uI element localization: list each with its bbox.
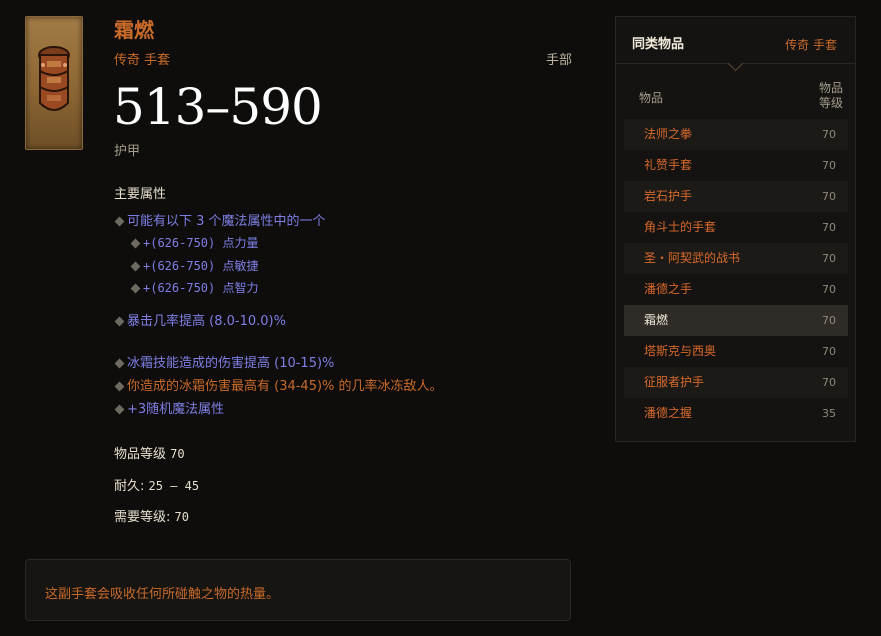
list-item[interactable]: 礼赞手套 70 xyxy=(624,150,848,181)
property-frost-damage: 冰霜技能造成的伤害提高 (10-15)% xyxy=(114,352,335,371)
column-header-level[interactable]: 物品 等级 xyxy=(819,81,843,111)
property-text: 暴击几率提高 (8.0-10.0)% xyxy=(127,314,286,329)
list-item-selected[interactable]: 霜燃 70 xyxy=(624,305,848,336)
list-item-level: 70 xyxy=(822,314,836,327)
list-item[interactable]: 岩石护手 70 xyxy=(624,181,848,212)
list-item-level: 70 xyxy=(822,252,836,265)
list-item-name[interactable]: 塔斯克与西奥 xyxy=(644,336,716,367)
item-name: 霜燃 xyxy=(114,18,154,42)
similar-items-list: 法师之拳 70 礼赞手套 70 岩石护手 70 角斗士的手套 70 圣・阿契武的战书 70… xyxy=(624,119,848,429)
property-text: +(626-750) 点力量 xyxy=(143,236,259,250)
item-level-stat: 物品等级 70 xyxy=(114,443,185,462)
stat-value: 70 xyxy=(174,510,189,524)
item-slot: 手部 xyxy=(546,53,573,68)
panel-header: 同类物品 传奇 手套 xyxy=(616,17,855,72)
column-header-level-line2: 等级 xyxy=(818,96,843,110)
list-item[interactable]: 潘德之握 35 xyxy=(624,398,848,429)
list-item-name[interactable]: 岩石护手 xyxy=(644,181,692,212)
list-item-level: 35 xyxy=(822,407,836,420)
bullet-icon xyxy=(114,358,125,369)
gauntlet-icon xyxy=(38,46,70,111)
list-item-level: 70 xyxy=(822,190,836,203)
list-item-name[interactable]: 角斗士的手套 xyxy=(644,212,716,243)
property-option: +(626-750) 点敏捷 xyxy=(130,257,259,274)
list-item[interactable]: 圣・阿契武的战书 70 xyxy=(624,243,848,274)
property-option: +(626-750) 点智力 xyxy=(130,279,259,296)
bullet-icon xyxy=(130,238,141,249)
property-freeze: 你造成的冰霜伤害最高有 (34-45)% 的几率冰冻敌人。 xyxy=(114,375,443,394)
bullet-icon xyxy=(130,283,141,294)
list-item-level: 70 xyxy=(822,128,836,141)
bullet-icon xyxy=(114,404,125,415)
item-type: 传奇 手套 xyxy=(114,53,171,68)
list-item-level: 70 xyxy=(822,376,836,389)
property-text: +(626-750) 点敏捷 xyxy=(143,259,259,273)
armor-value: 513–590 xyxy=(113,78,323,136)
stat-value: 70 xyxy=(170,447,185,461)
bullet-icon xyxy=(130,261,141,272)
property-text: 你造成的冰霜伤害最高有 (34-45)% 的几率冰冻敌人。 xyxy=(127,379,443,394)
bullet-icon xyxy=(114,216,125,227)
property-text: 冰霜技能造成的伤害提高 (10-15)% xyxy=(127,356,335,371)
list-item-name[interactable]: 法师之拳 xyxy=(644,119,692,150)
list-item-name[interactable]: 圣・阿契武的战书 xyxy=(644,243,740,274)
list-item-name[interactable]: 霜燃 xyxy=(644,305,668,336)
panel-title: 同类物品 xyxy=(632,37,685,52)
bullet-icon xyxy=(114,316,125,327)
list-item-name[interactable]: 礼赞手套 xyxy=(644,150,692,181)
list-item-level: 70 xyxy=(822,221,836,234)
property-crit: 暴击几率提高 (8.0-10.0)% xyxy=(114,310,286,329)
stat-value: 25 – 45 xyxy=(148,479,200,493)
column-header-level-line1: 物品 xyxy=(818,81,843,95)
list-item[interactable]: 征服者护手 70 xyxy=(624,367,848,398)
armor-label: 护甲 xyxy=(114,144,141,159)
flavor-text: 这副手套会吸收任何所碰触之物的热量。 xyxy=(45,587,280,602)
stat-label: 耐久: xyxy=(114,479,145,494)
property-text: +(626-750) 点智力 xyxy=(143,281,259,295)
primary-attributes-title: 主要属性 xyxy=(114,187,167,202)
list-item[interactable]: 角斗士的手套 70 xyxy=(624,212,848,243)
list-item[interactable]: 法师之拳 70 xyxy=(624,119,848,150)
panel-filter[interactable]: 传奇 手套 xyxy=(785,36,837,53)
list-item-name[interactable]: 潘德之握 xyxy=(644,398,692,429)
flavor-text-box: 这副手套会吸收任何所碰触之物的热量。 xyxy=(25,559,571,621)
similar-items-panel: 同类物品 传奇 手套 物品 物品 等级 法师之拳 70 礼赞手套 70 岩石护手 70… xyxy=(615,16,856,442)
list-item[interactable]: 塔斯克与西奥 70 xyxy=(624,336,848,367)
item-image-frame xyxy=(25,16,83,150)
bullet-icon xyxy=(114,381,125,392)
list-item-level: 70 xyxy=(822,159,836,172)
column-header-item[interactable]: 物品 xyxy=(639,89,663,106)
property-text: 可能有以下 3 个魔法属性中的一个 xyxy=(127,214,326,229)
durability-stat: 耐久: 25 – 45 xyxy=(114,475,199,494)
property-random: +3随机魔法属性 xyxy=(114,398,225,417)
list-item-level: 70 xyxy=(822,283,836,296)
header-notch-icon xyxy=(727,55,744,72)
property-text: +3随机魔法属性 xyxy=(127,402,225,417)
stat-label: 物品等级 xyxy=(114,447,167,462)
list-item-name[interactable]: 潘德之手 xyxy=(644,274,692,305)
property-choice: 可能有以下 3 个魔法属性中的一个 xyxy=(114,210,326,229)
required-level-stat: 需要等级: 70 xyxy=(114,506,189,525)
list-item-level: 70 xyxy=(822,345,836,358)
stat-label: 需要等级: xyxy=(114,510,171,525)
list-item-name[interactable]: 征服者护手 xyxy=(644,367,704,398)
property-option: +(626-750) 点力量 xyxy=(130,234,259,251)
list-item[interactable]: 潘德之手 70 xyxy=(624,274,848,305)
